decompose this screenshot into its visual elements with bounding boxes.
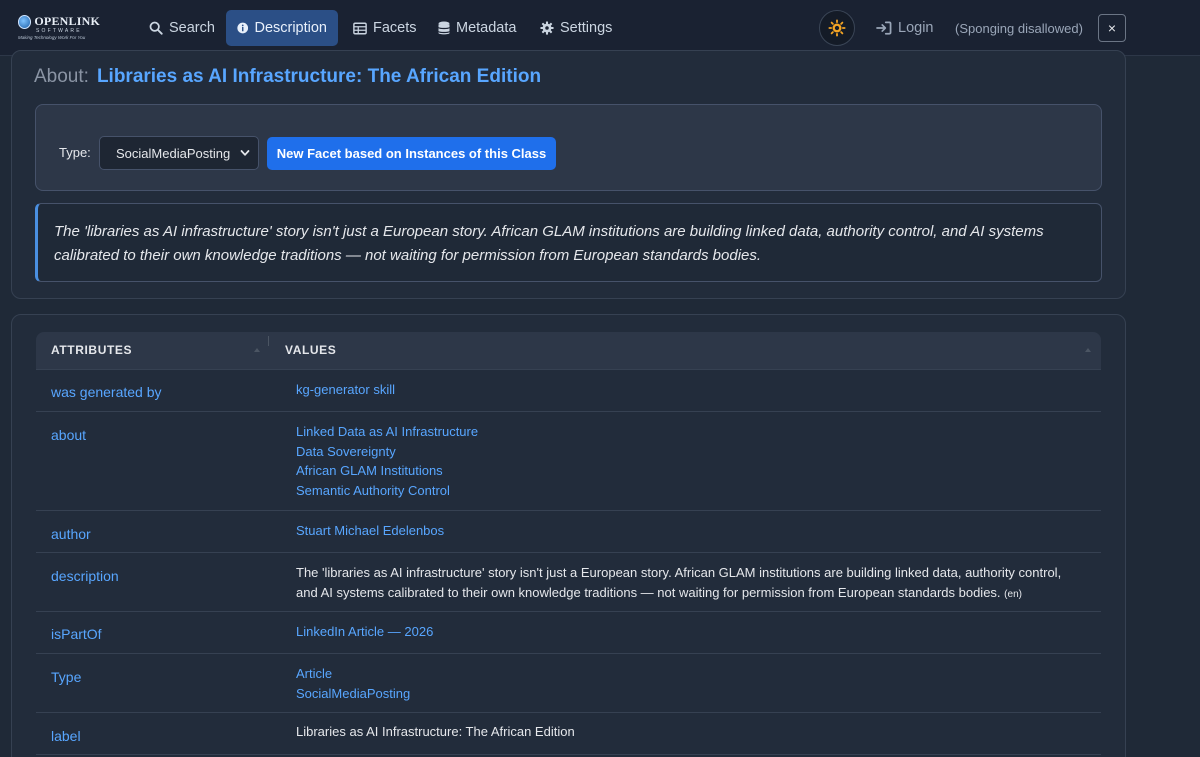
theme-toggle-button[interactable] — [819, 10, 855, 46]
nav-facets[interactable]: Facets — [342, 10, 428, 46]
nav-metadata[interactable]: Metadata — [427, 10, 527, 46]
value-link[interactable]: Linked Data as AI Infrastructure — [296, 422, 478, 442]
row-divider — [36, 369, 1101, 370]
value-author: Stuart Michael Edelenbos — [296, 521, 444, 541]
row-divider — [36, 653, 1101, 654]
type-label: Type: — [59, 145, 91, 160]
close-button[interactable]: × — [1098, 14, 1126, 42]
row-divider — [36, 712, 1101, 713]
row-divider — [36, 510, 1101, 511]
login-label: Login — [898, 20, 934, 36]
attributes-card — [11, 314, 1126, 757]
value-about: Linked Data as AI Infrastructure Data So… — [296, 422, 478, 500]
value-label: Libraries as AI Infrastructure: The Afri… — [296, 722, 575, 742]
search-icon — [149, 21, 163, 35]
value-link[interactable]: Semantic Authority Control — [296, 481, 478, 501]
value-link[interactable]: African GLAM Institutions — [296, 461, 478, 481]
value-description: The 'libraries as AI infrastructure' sto… — [296, 563, 1061, 604]
value-link[interactable]: kg-generator skill — [296, 380, 395, 400]
brand-sub: SOFTWARE — [36, 28, 82, 34]
new-facet-button[interactable]: New Facet based on Instances of this Cla… — [267, 137, 556, 170]
attr-was-generated-by[interactable]: was generated by — [51, 384, 162, 400]
table-icon — [353, 22, 367, 34]
about-label: About: — [34, 66, 89, 87]
sort-attributes-icon[interactable] — [254, 348, 260, 352]
gear-icon — [540, 21, 554, 35]
nav-facets-label: Facets — [373, 20, 417, 36]
nav-search-label: Search — [169, 20, 215, 36]
row-divider — [36, 411, 1101, 412]
attr-author[interactable]: author — [51, 526, 91, 542]
col-attributes-header[interactable]: ATTRIBUTES — [51, 343, 132, 357]
language-tag: (en) — [1004, 588, 1022, 600]
login-link[interactable]: Login — [876, 10, 933, 46]
row-divider — [36, 552, 1101, 553]
nav-settings-label: Settings — [560, 20, 613, 36]
sign-in-icon — [876, 21, 892, 35]
summary-quote: The 'libraries as AI infrastructure' sto… — [35, 203, 1102, 282]
value-ispartof: LinkedIn Article — 2026 — [296, 622, 433, 642]
brand-name: OPENLINK — [34, 14, 100, 28]
sponging-status: (Sponging disallowed) — [955, 20, 1083, 36]
value-link[interactable]: Stuart Michael Edelenbos — [296, 521, 444, 541]
value-link[interactable]: LinkedIn Article — 2026 — [296, 622, 433, 642]
value-link[interactable]: Data Sovereignty — [296, 442, 478, 462]
column-divider — [268, 336, 269, 346]
table-header — [36, 332, 1101, 370]
top-navbar: OPENLINK SOFTWARE Making Technology Work… — [0, 0, 1200, 56]
attr-description[interactable]: description — [51, 568, 119, 584]
brand-logo[interactable]: OPENLINK SOFTWARE Making Technology Work… — [18, 9, 100, 45]
description-text-line2: and AI systems calibrated to their own k… — [296, 583, 1061, 605]
close-icon: × — [1107, 20, 1117, 36]
attr-label[interactable]: label — [51, 728, 81, 744]
nav-metadata-label: Metadata — [456, 20, 517, 36]
value-type: Article SocialMediaPosting — [296, 664, 410, 703]
description-text-line2-content: and AI systems calibrated to their own k… — [296, 584, 1001, 600]
value-was-generated-by: kg-generator skill — [296, 380, 395, 400]
about-title-link[interactable]: Libraries as AI Infrastructure: The Afri… — [97, 66, 541, 88]
nav-settings[interactable]: Settings — [529, 10, 623, 46]
value-link[interactable]: Article — [296, 664, 410, 684]
col-values-header[interactable]: VALUES — [285, 343, 336, 357]
row-divider — [36, 611, 1101, 612]
page-title: About: Libraries as AI Infrastructure: T… — [34, 66, 541, 88]
type-select[interactable]: SocialMediaPosting — [99, 136, 259, 170]
description-text-line1: The 'libraries as AI infrastructure' sto… — [296, 565, 1062, 580]
attr-type[interactable]: Type — [51, 669, 81, 685]
nav-description-label: Description — [254, 20, 327, 36]
row-divider — [36, 754, 1101, 755]
attr-ispartof[interactable]: isPartOf — [51, 626, 102, 642]
label-text: Libraries as AI Infrastructure: The Afri… — [296, 724, 575, 739]
nav-description[interactable]: Description — [226, 10, 338, 46]
brand-tagline: Making Technology Work For You — [18, 35, 86, 40]
value-link[interactable]: SocialMediaPosting — [296, 684, 410, 704]
database-icon — [438, 21, 450, 35]
attr-about[interactable]: about — [51, 427, 86, 443]
info-circle-icon — [237, 22, 249, 34]
sort-values-icon[interactable] — [1085, 348, 1091, 352]
openlink-logo-icon — [18, 14, 32, 29]
nav-search[interactable]: Search — [138, 10, 226, 46]
type-select-value: SocialMediaPosting — [116, 145, 231, 161]
chevron-down-icon — [240, 150, 250, 156]
sun-icon — [828, 19, 846, 37]
